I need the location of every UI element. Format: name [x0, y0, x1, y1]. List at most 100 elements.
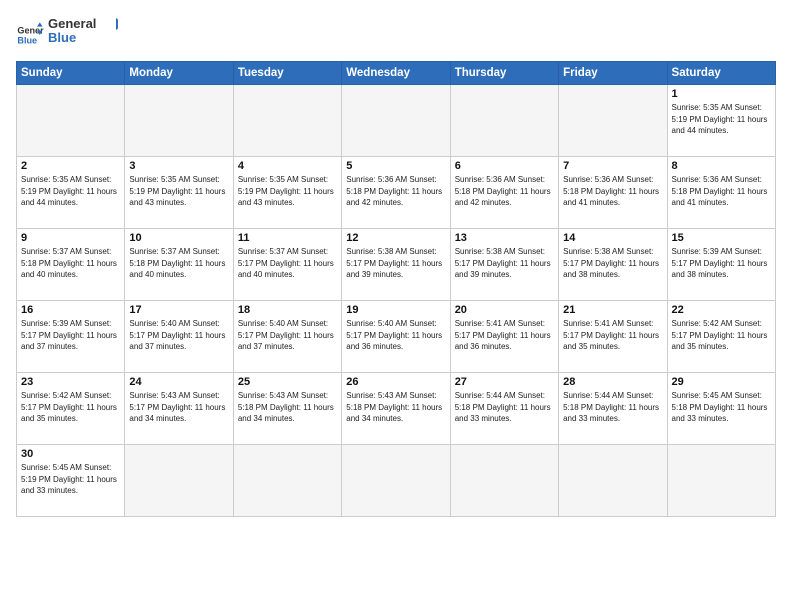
- calendar-cell: 10Sunrise: 5:37 AM Sunset: 5:18 PM Dayli…: [125, 229, 233, 301]
- day-number: 26: [346, 376, 445, 388]
- day-info: Sunrise: 5:36 AM Sunset: 5:18 PM Dayligh…: [455, 174, 554, 209]
- week-row-3: 9 Sunrise: 5:37 AM Sunset: 5:18 PM Daylig…: [17, 229, 776, 301]
- day-number: 19: [346, 304, 445, 316]
- calendar-cell: 6 Sunrise: 5:36 AM Sunset: 5:18 PM Daylig…: [450, 157, 558, 229]
- calendar-cell: 29 Sunrise: 5:45 AM Sunset: 5:18 PM Dayli…: [667, 373, 775, 445]
- weekday-header-monday: Monday: [125, 62, 233, 85]
- day-info: Sunrise: 5:39 AM Sunset: 5:17 PM Dayligh…: [21, 318, 120, 353]
- calendar-cell: 9 Sunrise: 5:37 AM Sunset: 5:18 PM Daylig…: [17, 229, 125, 301]
- calendar-cell: [125, 85, 233, 157]
- calendar-cell: 13Sunrise: 5:38 AM Sunset: 5:17 PM Dayli…: [450, 229, 558, 301]
- calendar-cell: [559, 85, 667, 157]
- calendar-cell: [233, 445, 341, 517]
- svg-text:General: General: [48, 16, 96, 31]
- day-info: Sunrise: 5:40 AM Sunset: 5:17 PM Dayligh…: [238, 318, 337, 353]
- day-number: 13: [455, 232, 554, 244]
- day-number: 23: [21, 376, 120, 388]
- calendar-cell: 23 Sunrise: 5:42 AM Sunset: 5:17 PM Dayli…: [17, 373, 125, 445]
- svg-text:Blue: Blue: [48, 30, 76, 45]
- day-info: Sunrise: 5:40 AM Sunset: 5:17 PM Dayligh…: [346, 318, 445, 353]
- calendar-cell: [667, 445, 775, 517]
- day-info: Sunrise: 5:35 AM Sunset: 5:19 PM Dayligh…: [238, 174, 337, 209]
- calendar-cell: 15Sunrise: 5:39 AM Sunset: 5:17 PM Dayli…: [667, 229, 775, 301]
- day-number: 12: [346, 232, 445, 244]
- day-number: 7: [563, 160, 662, 172]
- day-info: Sunrise: 5:37 AM Sunset: 5:18 PM Dayligh…: [21, 246, 120, 281]
- day-info: Sunrise: 5:45 AM Sunset: 5:19 PM Dayligh…: [21, 462, 120, 497]
- day-info: Sunrise: 5:44 AM Sunset: 5:18 PM Dayligh…: [455, 390, 554, 425]
- calendar-cell: 26 Sunrise: 5:43 AM Sunset: 5:18 PM Dayli…: [342, 373, 450, 445]
- header: General Blue General Blue: [16, 14, 776, 55]
- day-number: 17: [129, 304, 228, 316]
- day-number: 1: [672, 88, 771, 100]
- svg-text:Blue: Blue: [17, 35, 37, 45]
- calendar-cell: 19 Sunrise: 5:40 AM Sunset: 5:17 PM Dayli…: [342, 301, 450, 373]
- day-info: Sunrise: 5:38 AM Sunset: 5:17 PM Dayligh…: [346, 246, 445, 281]
- day-info: Sunrise: 5:43 AM Sunset: 5:18 PM Dayligh…: [238, 390, 337, 425]
- calendar-cell: 27Sunrise: 5:44 AM Sunset: 5:18 PM Dayli…: [450, 373, 558, 445]
- day-info: Sunrise: 5:36 AM Sunset: 5:18 PM Dayligh…: [672, 174, 771, 209]
- calendar-cell: [125, 445, 233, 517]
- day-number: 6: [455, 160, 554, 172]
- calendar-cell: 4 Sunrise: 5:35 AM Sunset: 5:19 PM Daylig…: [233, 157, 341, 229]
- day-number: 5: [346, 160, 445, 172]
- day-number: 14: [563, 232, 662, 244]
- calendar-cell: [17, 85, 125, 157]
- day-info: Sunrise: 5:35 AM Sunset: 5:19 PM Dayligh…: [21, 174, 120, 209]
- week-row-1: 1Sunrise: 5:35 AM Sunset: 5:19 PM Daylig…: [17, 85, 776, 157]
- calendar-cell: 21Sunrise: 5:41 AM Sunset: 5:17 PM Dayli…: [559, 301, 667, 373]
- weekday-header-row: SundayMondayTuesdayWednesdayThursdayFrid…: [17, 62, 776, 85]
- day-info: Sunrise: 5:43 AM Sunset: 5:18 PM Dayligh…: [346, 390, 445, 425]
- calendar-cell: [342, 85, 450, 157]
- logo: General Blue General Blue: [16, 14, 118, 55]
- calendar-cell: 11Sunrise: 5:37 AM Sunset: 5:17 PM Dayli…: [233, 229, 341, 301]
- day-number: 8: [672, 160, 771, 172]
- calendar-cell: 30 Sunrise: 5:45 AM Sunset: 5:19 PM Dayli…: [17, 445, 125, 517]
- week-row-4: 16 Sunrise: 5:39 AM Sunset: 5:17 PM Dayli…: [17, 301, 776, 373]
- calendar-cell: 2Sunrise: 5:35 AM Sunset: 5:19 PM Daylig…: [17, 157, 125, 229]
- day-info: Sunrise: 5:41 AM Sunset: 5:17 PM Dayligh…: [563, 318, 662, 353]
- day-number: 24: [129, 376, 228, 388]
- day-number: 4: [238, 160, 337, 172]
- day-number: 9: [21, 232, 120, 244]
- day-number: 20: [455, 304, 554, 316]
- day-number: 16: [21, 304, 120, 316]
- weekday-header-tuesday: Tuesday: [233, 62, 341, 85]
- day-number: 3: [129, 160, 228, 172]
- calendar-cell: [342, 445, 450, 517]
- calendar-cell: 7Sunrise: 5:36 AM Sunset: 5:18 PM Daylig…: [559, 157, 667, 229]
- day-number: 11: [238, 232, 337, 244]
- week-row-5: 23 Sunrise: 5:42 AM Sunset: 5:17 PM Dayli…: [17, 373, 776, 445]
- day-info: Sunrise: 5:39 AM Sunset: 5:17 PM Dayligh…: [672, 246, 771, 281]
- weekday-header-sunday: Sunday: [17, 62, 125, 85]
- day-info: Sunrise: 5:41 AM Sunset: 5:17 PM Dayligh…: [455, 318, 554, 353]
- calendar-cell: [559, 445, 667, 517]
- weekday-header-friday: Friday: [559, 62, 667, 85]
- week-row-2: 2Sunrise: 5:35 AM Sunset: 5:19 PM Daylig…: [17, 157, 776, 229]
- day-number: 18: [238, 304, 337, 316]
- calendar-cell: 28Sunrise: 5:44 AM Sunset: 5:18 PM Dayli…: [559, 373, 667, 445]
- day-info: Sunrise: 5:38 AM Sunset: 5:17 PM Dayligh…: [563, 246, 662, 281]
- page: General Blue General Blue SundayMondayTu…: [0, 0, 792, 612]
- weekday-header-wednesday: Wednesday: [342, 62, 450, 85]
- calendar-cell: 20 Sunrise: 5:41 AM Sunset: 5:17 PM Dayli…: [450, 301, 558, 373]
- calendar-table: SundayMondayTuesdayWednesdayThursdayFrid…: [16, 61, 776, 517]
- day-info: Sunrise: 5:42 AM Sunset: 5:17 PM Dayligh…: [21, 390, 120, 425]
- generalblue-logo-svg: General Blue: [48, 14, 118, 50]
- day-number: 22: [672, 304, 771, 316]
- calendar-cell: 24 Sunrise: 5:43 AM Sunset: 5:17 PM Dayli…: [125, 373, 233, 445]
- day-info: Sunrise: 5:45 AM Sunset: 5:18 PM Dayligh…: [672, 390, 771, 425]
- calendar-cell: 16 Sunrise: 5:39 AM Sunset: 5:17 PM Dayli…: [17, 301, 125, 373]
- day-info: Sunrise: 5:40 AM Sunset: 5:17 PM Dayligh…: [129, 318, 228, 353]
- logo-icon: General Blue: [16, 21, 44, 49]
- day-info: Sunrise: 5:42 AM Sunset: 5:17 PM Dayligh…: [672, 318, 771, 353]
- calendar-cell: [450, 85, 558, 157]
- day-info: Sunrise: 5:43 AM Sunset: 5:17 PM Dayligh…: [129, 390, 228, 425]
- day-number: 25: [238, 376, 337, 388]
- day-number: 10: [129, 232, 228, 244]
- calendar-cell: 18 Sunrise: 5:40 AM Sunset: 5:17 PM Dayli…: [233, 301, 341, 373]
- calendar-cell: 22 Sunrise: 5:42 AM Sunset: 5:17 PM Dayli…: [667, 301, 775, 373]
- day-number: 30: [21, 448, 120, 460]
- calendar-cell: 17 Sunrise: 5:40 AM Sunset: 5:17 PM Dayli…: [125, 301, 233, 373]
- day-number: 29: [672, 376, 771, 388]
